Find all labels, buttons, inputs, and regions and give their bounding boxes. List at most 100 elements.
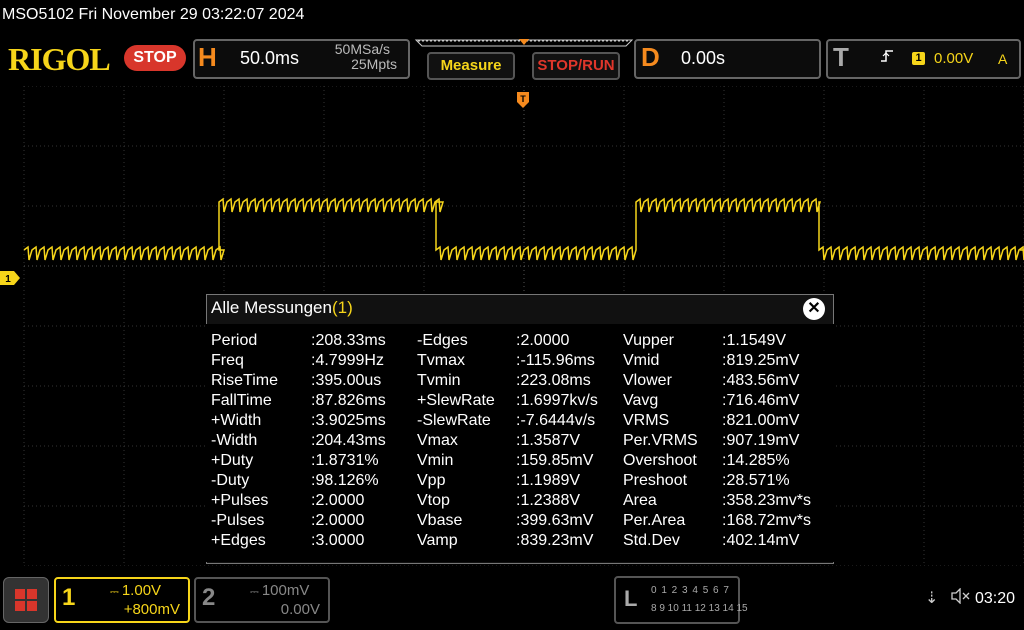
speaker-mute-icon[interactable] xyxy=(950,587,970,609)
dc-coupling-icon: ⎓ xyxy=(110,586,122,598)
ch2-number: 2 xyxy=(202,584,216,611)
measurement-name: Vamp xyxy=(417,532,458,549)
measurement-name: -Edges xyxy=(417,332,468,349)
stop-run-button[interactable]: STOP/RUN xyxy=(532,52,620,80)
measurement-value: :-7.6444v/s xyxy=(516,412,596,429)
measurement-name: Period xyxy=(211,332,258,349)
measurement-value: :98.126% xyxy=(311,472,379,489)
measurement-value: :28.571% xyxy=(722,472,790,489)
measurement-value: :716.46mV xyxy=(722,392,800,409)
measurement-value: :839.23mV xyxy=(516,532,594,549)
measurement-value: :821.00mV xyxy=(722,412,800,429)
logic-channels-0-7: 0 1 2 3 4 5 6 7 xyxy=(651,585,730,596)
measurement-name: Vmax xyxy=(417,432,458,449)
ch1-number: 1 xyxy=(62,584,76,611)
delay-value: 0.00s xyxy=(681,48,726,68)
measurement-name: +Edges xyxy=(211,532,266,549)
measurement-value: :2.0000 xyxy=(311,492,365,509)
measurement-name: RiseTime xyxy=(211,372,278,389)
measurement-value: :87.826ms xyxy=(311,392,386,409)
measurement-name: Per.Area xyxy=(623,512,686,529)
measurement-value: :1.6997kv/s xyxy=(516,392,598,409)
measurement-value: :4.7999Hz xyxy=(311,352,384,369)
measurement-name: Vavg xyxy=(623,392,659,409)
svg-text:T: T xyxy=(520,94,526,104)
measurement-name: Preshoot xyxy=(623,472,688,489)
ch2-scale: ⎓ 100mV xyxy=(250,582,310,599)
waveform-position-ruler xyxy=(414,39,634,47)
brand-logo: RIGOL xyxy=(8,41,111,77)
dc-coupling-icon: ⎓ xyxy=(250,586,262,598)
measurement-name: Per.VRMS xyxy=(623,432,698,449)
measurement-value: :399.63mV xyxy=(516,512,594,529)
ch1-scale: ⎓ 1.00V xyxy=(110,582,162,599)
measurement-name: Overshoot xyxy=(623,452,697,469)
trigger-level: 0.00V xyxy=(934,50,974,67)
run-status-badge[interactable]: STOP xyxy=(124,45,186,71)
measurement-value: :483.56mV xyxy=(722,372,800,389)
measurement-value: :14.285% xyxy=(722,452,790,469)
measurement-name: -SlewRate xyxy=(417,412,491,429)
measurement-panel-title: Alle Messungen(1) xyxy=(211,298,353,317)
clock: 03:20 xyxy=(975,590,1016,607)
logic-analyzer-label: L xyxy=(624,586,638,611)
measurement-name: VRMS xyxy=(623,412,670,429)
title-bar: MSO5102 Fri November 29 03:22:07 2024 xyxy=(2,6,305,23)
measurement-value: :819.25mV xyxy=(722,352,800,369)
measurement-value: :223.08ms xyxy=(516,372,591,389)
horizontal-label: H xyxy=(198,42,217,72)
measurement-name: Area xyxy=(623,492,657,509)
measurement-name: +Width xyxy=(211,412,262,429)
measurement-name: +SlewRate xyxy=(417,392,495,409)
measurement-value: :1.2388V xyxy=(516,492,581,509)
measurement-name: -Width xyxy=(211,432,258,449)
measurement-value: :1.1549V xyxy=(722,332,787,349)
usb-icon: ⇣ xyxy=(925,590,939,607)
measurement-value: :395.00us xyxy=(311,372,382,389)
measurement-value: :2.0000 xyxy=(516,332,570,349)
measurement-name: Vlower xyxy=(623,372,672,389)
delay-panel[interactable] xyxy=(634,39,821,79)
measurement-value: :1.8731% xyxy=(311,452,379,469)
measurement-value: :3.9025ms xyxy=(311,412,386,429)
measurement-name: +Duty xyxy=(211,452,254,469)
measurement-name: -Duty xyxy=(211,472,250,489)
measurement-name: Tvmax xyxy=(417,352,465,369)
delay-label: D xyxy=(641,42,660,72)
memory-depth: 25Mpts xyxy=(351,56,397,72)
measurement-value: :1.1989V xyxy=(516,472,581,489)
trigger-label: T xyxy=(833,42,849,72)
measurement-name: -Pulses xyxy=(211,512,265,529)
rising-edge-icon xyxy=(880,49,894,67)
measurement-value: :208.33ms xyxy=(311,332,386,349)
ch1-offset: +800mV xyxy=(123,601,180,618)
measurement-name: +Pulses xyxy=(211,492,269,509)
measurement-name: Vmin xyxy=(417,452,454,469)
measurement-value: :907.19mV xyxy=(722,432,800,449)
measure-button[interactable]: Measure xyxy=(427,52,515,80)
measurement-value: :159.85mV xyxy=(516,452,594,469)
ch1-waveform xyxy=(23,197,1024,261)
measurement-name: FallTime xyxy=(211,392,272,409)
ch1-offset-marker[interactable]: 1 xyxy=(0,271,20,285)
trigger-source: 1 xyxy=(912,52,925,65)
measurement-name: Vupper xyxy=(623,332,674,349)
measurement-value: :358.23mv*s xyxy=(722,492,811,509)
logic-channels-8-15: 8 9 10 11 12 13 14 15 xyxy=(651,603,748,614)
measurement-value: :1.3587V xyxy=(516,432,581,449)
ch2-offset: 0.00V xyxy=(280,601,320,618)
grid-menu-icon[interactable] xyxy=(3,577,49,623)
measurement-name: Vpp xyxy=(417,472,446,489)
measurement-value: :-115.96ms xyxy=(516,352,595,369)
measurement-table: Period :208.33ms Freq :4.7999Hz RiseTime :395… xyxy=(206,324,834,562)
close-icon[interactable]: ✕ xyxy=(803,298,825,320)
measurement-name: Vmid xyxy=(623,352,660,369)
trigger-mode: A xyxy=(998,51,1008,67)
measurement-name: Vbase xyxy=(417,512,463,529)
measurement-name: Freq xyxy=(211,352,244,369)
measurement-name: Std.Dev xyxy=(623,532,680,549)
measurement-value: :2.0000 xyxy=(311,512,365,529)
sample-rate: 50MSa/s xyxy=(334,41,390,57)
timebase-value: 50.0ms xyxy=(240,48,300,68)
measurement-name: Vtop xyxy=(417,492,450,509)
